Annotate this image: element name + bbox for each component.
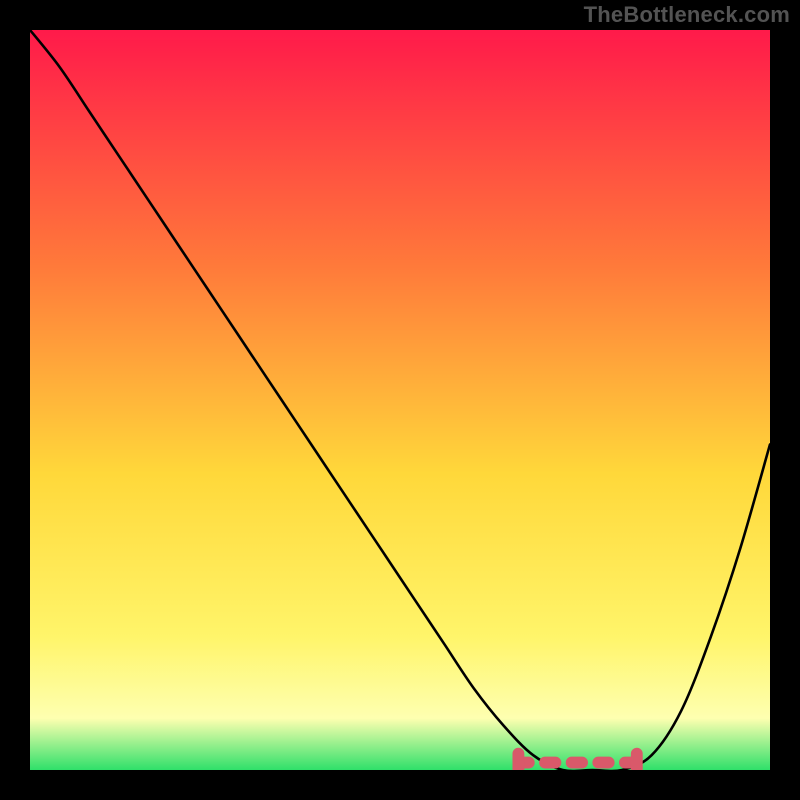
watermark-text: TheBottleneck.com <box>584 2 790 28</box>
chart-frame: TheBottleneck.com <box>0 0 800 800</box>
bottleneck-chart <box>30 30 770 770</box>
gradient-background <box>30 30 770 770</box>
